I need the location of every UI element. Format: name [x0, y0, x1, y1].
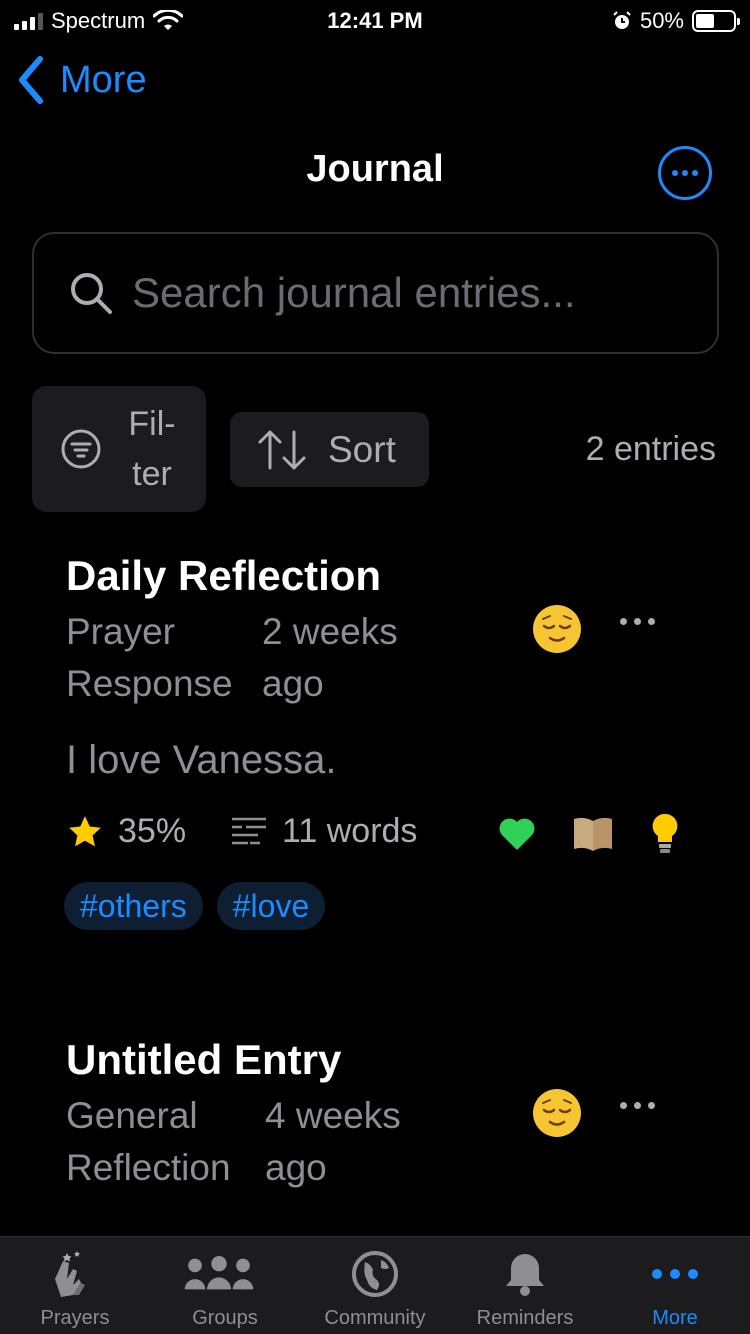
entry-category: General Reflection	[66, 1090, 256, 1194]
heart-icon	[499, 818, 535, 850]
dot	[648, 1102, 655, 1109]
ellipsis-icon	[645, 1249, 705, 1299]
entry-title: Daily Reflection	[66, 552, 382, 599]
rating-value: 35%	[118, 812, 187, 850]
dot	[648, 618, 655, 625]
tab-label: Reminders	[476, 1307, 574, 1329]
relieved-face-icon	[533, 605, 581, 653]
more-options-button[interactable]	[658, 146, 712, 200]
text-lines-icon	[232, 817, 266, 844]
relieved-face-icon	[533, 1089, 581, 1137]
sort-arrows-icon	[258, 430, 306, 469]
entry-date-line1: 4 weeks	[265, 1095, 401, 1136]
filter-icon	[61, 429, 101, 469]
dot	[634, 618, 641, 625]
filter-label-line1: Fil-	[128, 405, 176, 443]
entry-date: 4 weeks ago	[265, 1090, 435, 1194]
bell-icon	[495, 1249, 555, 1299]
dot	[620, 1102, 627, 1109]
tab-reminders[interactable]: Reminders	[450, 1237, 600, 1334]
status-bar: Spectrum 12:41 PM 50%	[0, 0, 750, 40]
battery-fill	[696, 14, 714, 28]
chevron-left-icon	[19, 56, 43, 104]
alarm-icon	[613, 11, 631, 29]
entry-category-line2: Response	[66, 663, 233, 704]
entry-menu-button[interactable]	[620, 1102, 655, 1109]
filter-label: Fil- ter	[122, 399, 182, 499]
tag-chip[interactable]: #love	[216, 882, 326, 930]
lightbulb-icon	[652, 813, 678, 853]
entry-indicators	[498, 812, 680, 856]
dot	[692, 170, 698, 176]
tab-prayers[interactable]: Prayers	[0, 1237, 150, 1334]
entry-rating: 35%	[66, 812, 186, 851]
tab-groups[interactable]: Groups	[150, 1237, 300, 1334]
back-button[interactable]: More	[16, 55, 147, 105]
word-count: 11 words	[282, 812, 418, 850]
dot	[672, 170, 678, 176]
tab-label: More	[652, 1307, 698, 1329]
dot	[682, 170, 688, 176]
entry-stats: 35% 11 words	[66, 812, 706, 856]
journal-entry[interactable]: Untitled Entry General Reflection 4 week…	[0, 1036, 750, 1236]
entry-date-line1: 2 weeks	[262, 611, 398, 652]
entry-category-line1: General	[66, 1095, 198, 1136]
status-right: 50%	[612, 8, 740, 34]
tab-community[interactable]: Community	[300, 1237, 450, 1334]
entry-category-line2: Reflection	[66, 1147, 231, 1188]
filter-label-line2: ter	[132, 455, 172, 493]
tab-label: Community	[324, 1307, 426, 1329]
dot	[634, 1102, 641, 1109]
search-box[interactable]	[32, 232, 719, 354]
entry-tags: #others #love	[64, 882, 326, 930]
entry-category: Prayer Response	[66, 606, 256, 710]
tab-label: Groups	[192, 1307, 258, 1329]
journal-entry[interactable]: Daily Reflection Prayer Response 2 weeks…	[0, 552, 750, 952]
battery-percent: 50%	[639, 8, 684, 33]
entry-category-line1: Prayer	[66, 611, 175, 652]
search-icon	[71, 273, 112, 314]
search-input[interactable]	[132, 269, 692, 317]
entry-word-count: 11 words	[230, 812, 417, 851]
sort-label: Sort	[328, 428, 396, 470]
globe-icon	[345, 1249, 405, 1299]
entry-body: I love Vanessa.	[66, 738, 337, 782]
sort-button[interactable]: Sort	[230, 412, 429, 487]
back-label: More	[60, 58, 147, 101]
entry-title: Untitled Entry	[66, 1036, 342, 1083]
entry-date-line2: ago	[262, 663, 324, 704]
entry-date: 2 weeks ago	[262, 606, 432, 710]
tab-label: Prayers	[40, 1307, 110, 1329]
star-icon	[69, 815, 101, 846]
entry-menu-button[interactable]	[620, 618, 655, 625]
page-title: Journal	[306, 148, 444, 190]
entry-date-line2: ago	[265, 1147, 327, 1188]
tab-more[interactable]: More	[600, 1237, 750, 1334]
battery-icon	[692, 10, 740, 32]
tag-chip[interactable]: #others	[64, 882, 203, 930]
filter-button[interactable]: Fil- ter	[32, 386, 206, 512]
people-icon	[184, 1249, 255, 1299]
praying-hands-icon	[45, 1249, 105, 1299]
book-icon	[574, 817, 612, 851]
dot	[620, 618, 627, 625]
entries-count: 2 entries	[585, 430, 716, 468]
tab-bar: Prayers Groups Community Reminders More	[0, 1236, 750, 1334]
